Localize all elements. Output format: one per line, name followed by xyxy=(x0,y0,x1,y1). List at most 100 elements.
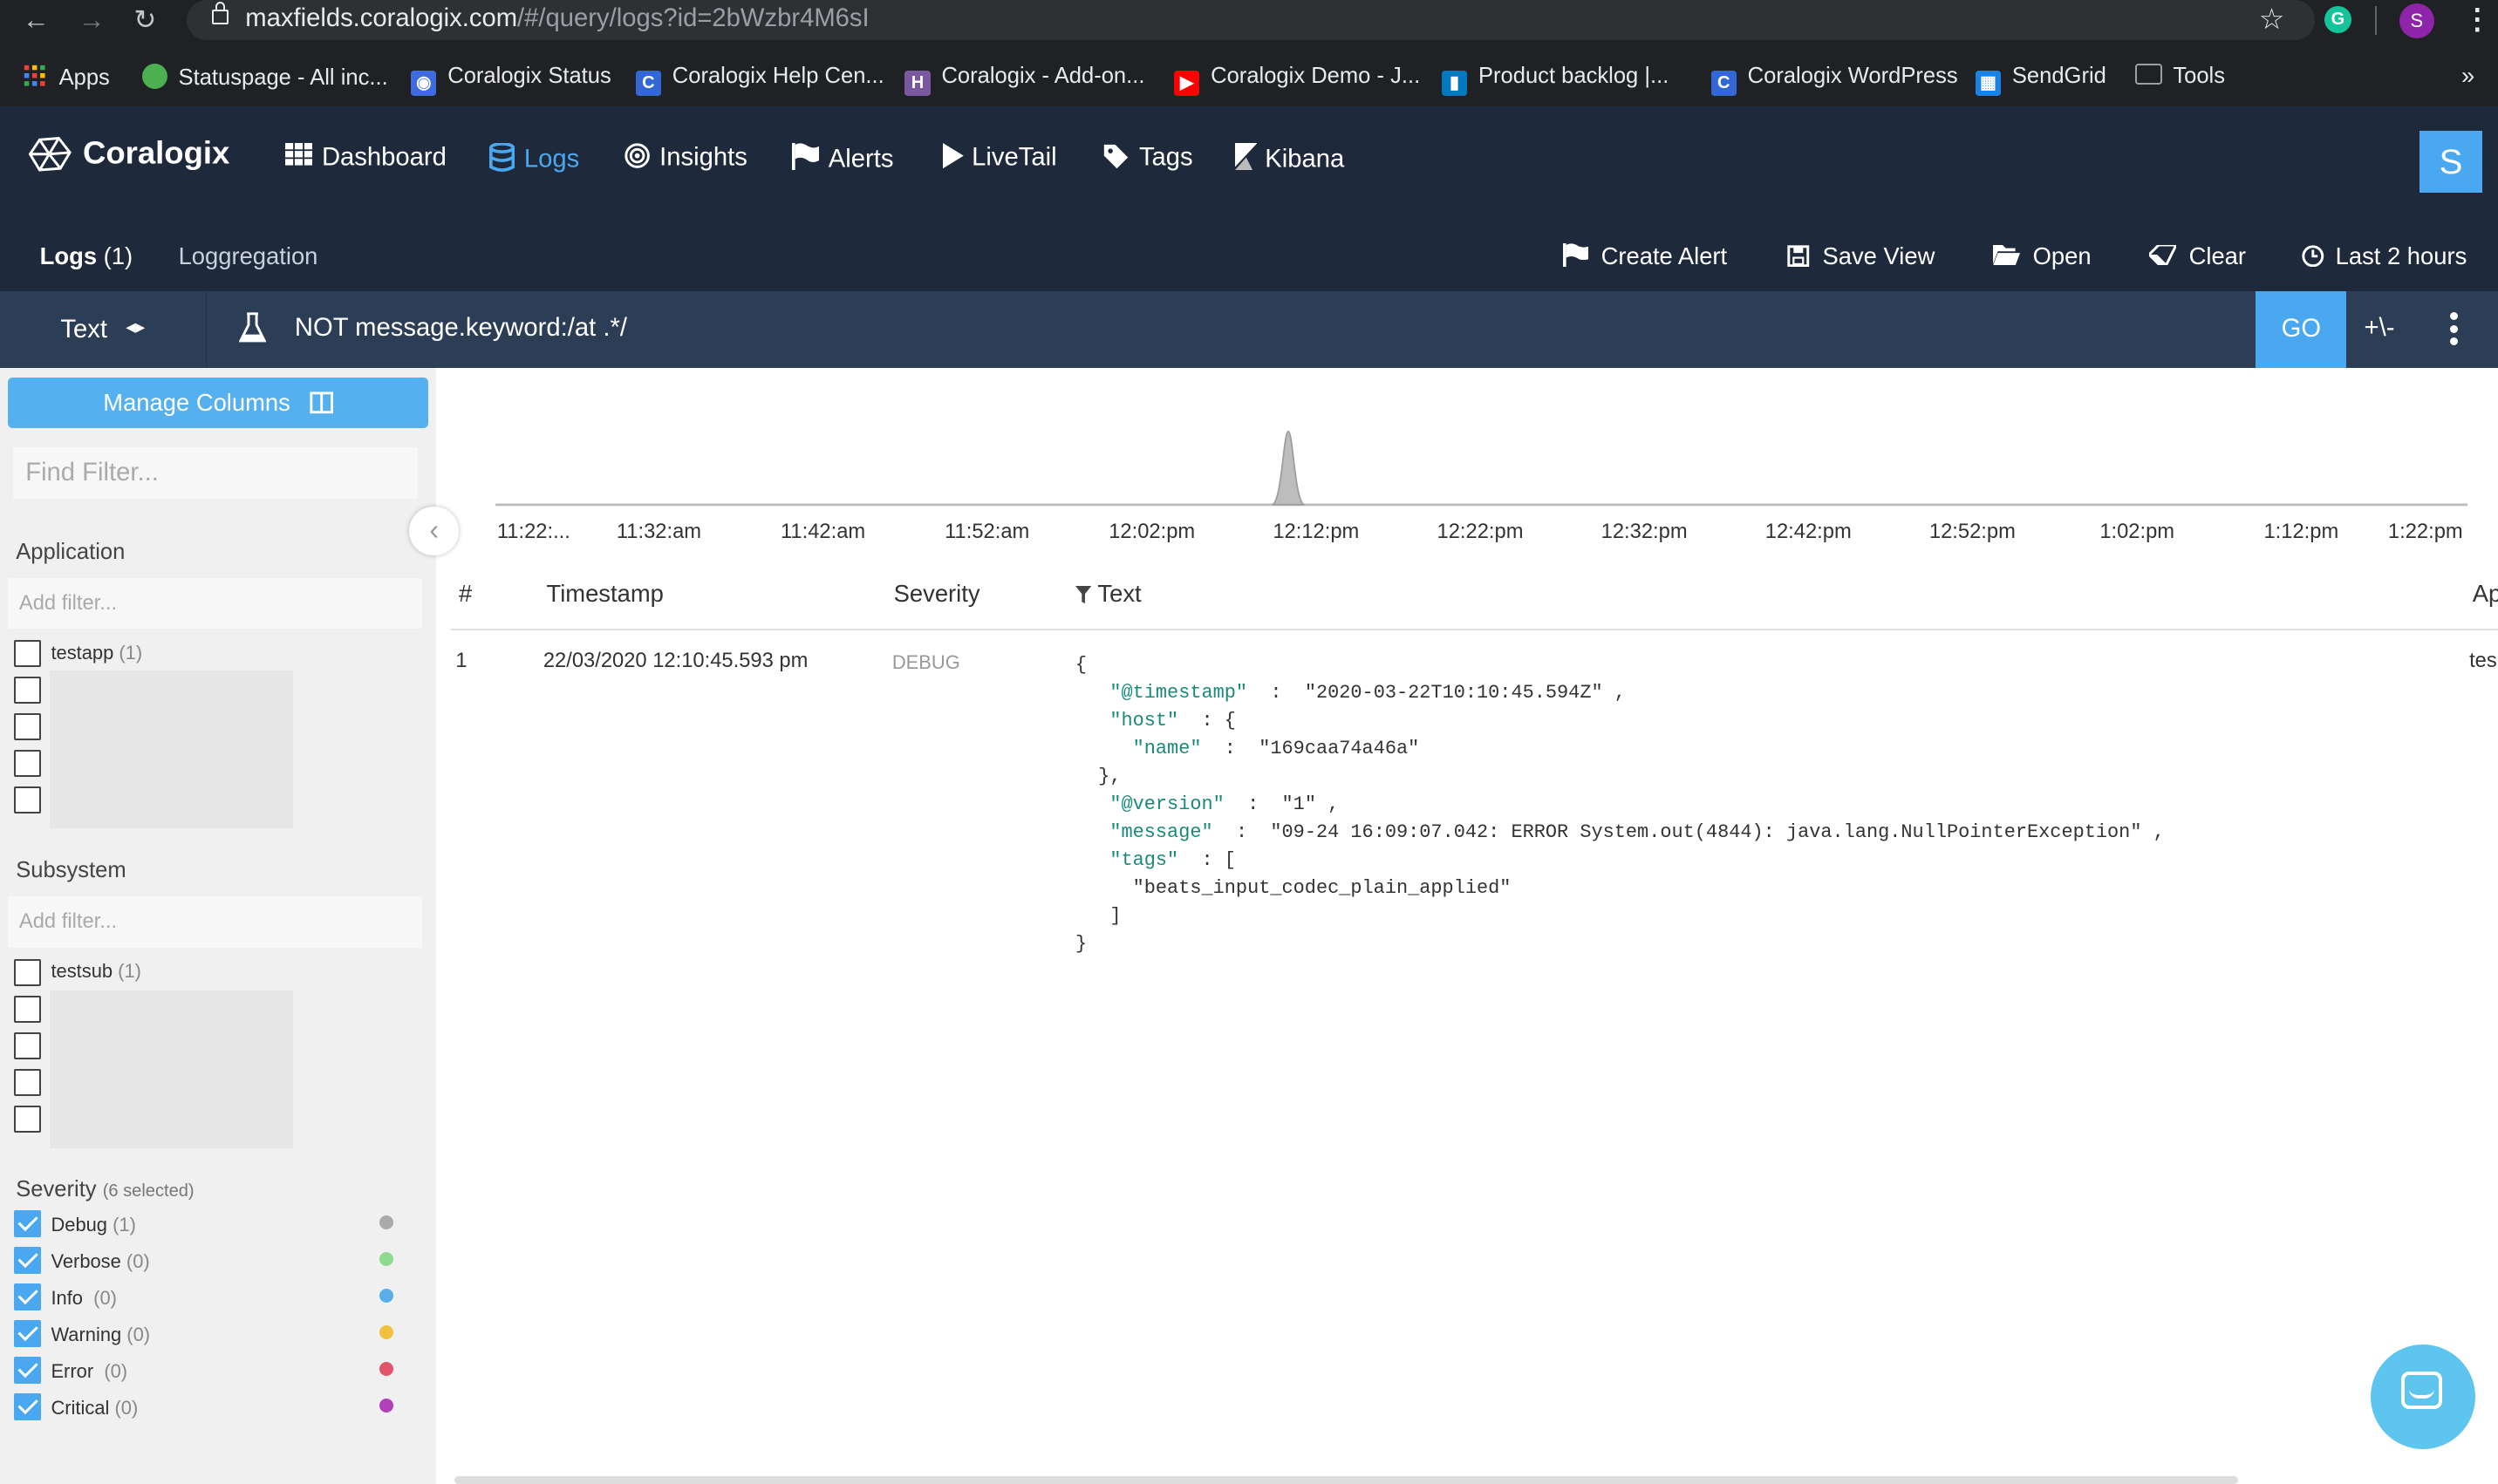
column-header-application[interactable]: Ap xyxy=(2473,580,2498,608)
intercom-chat-button[interactable] xyxy=(2370,1344,2476,1450)
more-bookmarks-icon[interactable]: » xyxy=(2461,62,2474,90)
bookmark-coralogix-help[interactable]: C Coralogix Help Cen... xyxy=(635,64,884,96)
address-url[interactable]: maxfields.coralogix.com/#/query/logs?id=… xyxy=(245,4,869,33)
nav-insights[interactable]: Insights xyxy=(624,143,747,173)
subsystem-checkbox[interactable] xyxy=(14,1105,42,1133)
application-checkbox[interactable] xyxy=(14,713,42,741)
subsystem-item-testsub[interactable]: testsub (1) xyxy=(51,960,141,983)
severity-item-error[interactable]: Error (0) xyxy=(51,1360,127,1383)
column-header-num[interactable]: # xyxy=(459,580,472,608)
severity-checkbox-critical[interactable] xyxy=(14,1393,42,1421)
bookmark-product-backlog[interactable]: ▮ Product backlog |... xyxy=(1441,64,1669,96)
severity-checkbox-warning[interactable] xyxy=(14,1320,42,1348)
create-alert-button[interactable]: Create Alert xyxy=(1562,242,1728,270)
column-header-text[interactable]: Text xyxy=(1075,580,1142,608)
bookmark-coralogix-demo[interactable]: ▶ Coralogix Demo - J... xyxy=(1174,64,1420,96)
forward-icon[interactable]: → xyxy=(78,4,105,36)
subsystem-filter-input[interactable] xyxy=(8,896,422,948)
collapse-sidebar-button[interactable]: ‹ xyxy=(409,506,460,556)
log-histogram[interactable] xyxy=(495,430,2468,509)
item-count: (0) xyxy=(126,1323,151,1345)
column-header-severity[interactable]: Severity xyxy=(894,580,980,608)
application-checkbox[interactable] xyxy=(14,786,42,814)
open-button[interactable]: Open xyxy=(1992,242,2092,270)
user-avatar[interactable]: S xyxy=(2420,130,2482,193)
severity-color-dot xyxy=(379,1398,394,1413)
go-button[interactable]: GO xyxy=(2256,291,2347,368)
query-type-toggle[interactable]: Text ◂▸ xyxy=(0,291,207,368)
severity-item-debug[interactable]: Debug (1) xyxy=(51,1214,135,1236)
timeline-tick: 1:02:pm xyxy=(2099,521,2175,544)
address-bar[interactable]: maxfields.coralogix.com/#/query/logs?id=… xyxy=(186,0,2315,40)
bookmark-label: SendGrid xyxy=(2011,64,2106,89)
severity-item-verbose[interactable]: Verbose (0) xyxy=(51,1250,149,1273)
query-menu-icon[interactable] xyxy=(2450,311,2460,351)
table-header-divider xyxy=(450,629,2498,631)
bookmark-sendgrid[interactable]: ▦ SendGrid xyxy=(1975,64,2106,96)
bookmark-apps[interactable]: Apps xyxy=(23,64,110,91)
nav-logs[interactable]: Logs xyxy=(488,143,580,174)
severity-item-warning[interactable]: Warning (0) xyxy=(51,1324,150,1346)
apps-grid-icon xyxy=(23,64,48,89)
profile-avatar[interactable]: S xyxy=(2399,3,2434,38)
subsystem-checkbox[interactable] xyxy=(14,1068,42,1096)
save-view-button[interactable]: Save View xyxy=(1787,242,1935,270)
bookmark-label: Tools xyxy=(2173,64,2226,89)
nav-label: Logs xyxy=(523,145,580,174)
subsystem-checkbox[interactable] xyxy=(14,1031,42,1059)
horizontal-scrollbar[interactable] xyxy=(454,1476,2239,1484)
severity-item-critical[interactable]: Critical (0) xyxy=(51,1397,138,1419)
subsystem-checkbox-testsub[interactable] xyxy=(14,958,42,986)
trello-icon: ▮ xyxy=(1441,70,1468,96)
row-application: tes xyxy=(2469,650,2497,673)
json-key: "message" xyxy=(1109,820,1213,843)
bookmark-tools[interactable]: Tools xyxy=(2134,64,2226,89)
bookmark-label: Coralogix WordPress xyxy=(1747,64,1958,89)
row-text-json[interactable]: { "@timestamp" : "2020-03-22T10:10:45.59… xyxy=(1075,651,2165,958)
severity-checkbox-debug[interactable] xyxy=(14,1210,42,1238)
bookmark-coralogix-addon[interactable]: H Coralogix - Add-on... xyxy=(904,64,1144,96)
application-item-testapp[interactable]: testapp (1) xyxy=(51,642,142,664)
application-filter-input[interactable] xyxy=(8,578,422,630)
nav-alerts[interactable]: Alerts xyxy=(791,143,893,174)
clear-button[interactable]: Clear xyxy=(2148,242,2246,270)
tab-logs[interactable]: Logs (1) xyxy=(40,242,133,270)
save-icon xyxy=(1787,245,1810,267)
bookmark-statuspage[interactable]: Statuspage - All inc... xyxy=(141,64,388,91)
find-filter-input[interactable] xyxy=(12,447,418,499)
severity-checkbox-error[interactable] xyxy=(14,1357,42,1385)
query-input[interactable]: NOT message.keyword:/at .*/ xyxy=(295,314,627,343)
time-range-button[interactable]: Last 2 hours xyxy=(2302,242,2467,270)
browser-menu-icon[interactable]: ⋮ xyxy=(2463,2,2492,36)
severity-item-info[interactable]: Info (0) xyxy=(51,1287,117,1310)
item-label: testsub xyxy=(51,960,113,983)
application-checkbox-testapp[interactable] xyxy=(14,640,42,668)
nav-kibana[interactable]: Kibana xyxy=(1234,143,1344,174)
folder-open-icon xyxy=(1992,244,2020,266)
bookmark-coralogix-status[interactable]: ◉ Coralogix Status xyxy=(411,64,611,96)
reload-icon[interactable]: ↻ xyxy=(133,4,156,36)
plus-minus-button[interactable]: +\- xyxy=(2365,314,2395,343)
back-icon[interactable]: ← xyxy=(23,4,50,36)
brand-logo[interactable]: Coralogix xyxy=(25,133,229,174)
nav-livetail[interactable]: LiveTail xyxy=(943,143,1057,173)
item-label: Error xyxy=(51,1359,94,1382)
action-label: Create Alert xyxy=(1600,242,1728,269)
tab-loggregation[interactable]: Loggregation xyxy=(179,242,318,270)
column-header-timestamp[interactable]: Timestamp xyxy=(546,580,663,608)
manage-columns-button[interactable]: Manage Columns xyxy=(8,377,429,429)
application-checkbox[interactable] xyxy=(14,750,42,778)
nav-tags[interactable]: Tags xyxy=(1102,143,1193,173)
tag-icon xyxy=(1103,145,1129,169)
severity-checkbox-verbose[interactable] xyxy=(14,1247,42,1275)
severity-checkbox-info[interactable] xyxy=(14,1283,42,1311)
bookmark-coralogix-wordpress[interactable]: C Coralogix WordPress xyxy=(1710,64,1958,96)
json-key: "host" xyxy=(1109,709,1179,732)
bookmark-star-icon[interactable]: ☆ xyxy=(2259,2,2284,36)
subsystem-checkbox[interactable] xyxy=(14,995,42,1023)
json-key: "name" xyxy=(1132,737,1202,759)
application-checkbox[interactable] xyxy=(14,677,42,705)
severity-color-dot xyxy=(379,1288,394,1304)
nav-dashboard[interactable]: Dashboard xyxy=(284,143,447,173)
grammarly-extension-icon[interactable]: G xyxy=(2324,6,2351,34)
